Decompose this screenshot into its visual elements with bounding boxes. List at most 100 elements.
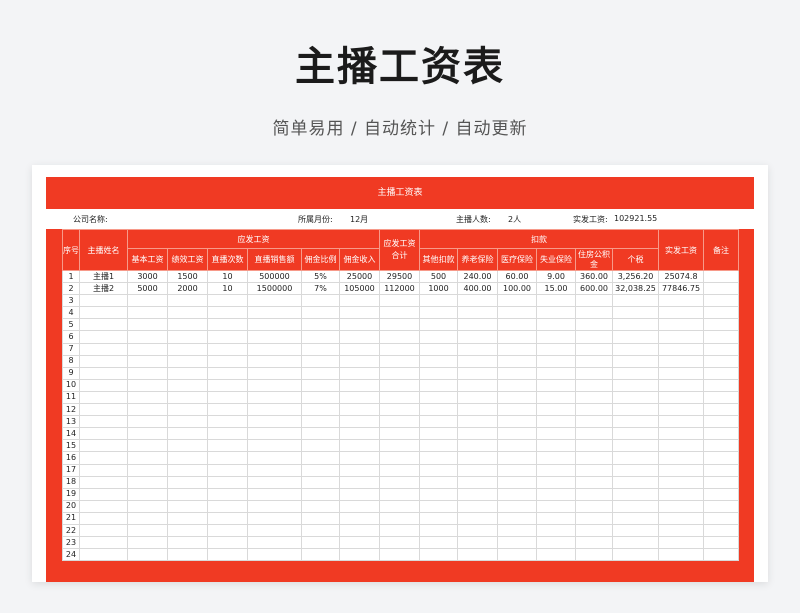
empty-cell[interactable] bbox=[658, 378, 705, 392]
cell-seq[interactable]: 24 bbox=[62, 548, 80, 562]
empty-cell[interactable] bbox=[339, 330, 380, 344]
empty-cell[interactable] bbox=[127, 463, 168, 477]
empty-cell[interactable] bbox=[127, 487, 168, 501]
empty-cell[interactable] bbox=[536, 439, 576, 453]
empty-cell[interactable] bbox=[419, 487, 458, 501]
empty-cell[interactable] bbox=[127, 403, 168, 417]
empty-cell[interactable] bbox=[247, 403, 302, 417]
empty-cell[interactable] bbox=[457, 536, 498, 550]
empty-cell[interactable] bbox=[536, 318, 576, 332]
empty-cell[interactable] bbox=[497, 523, 537, 538]
empty-cell[interactable] bbox=[536, 536, 576, 550]
empty-cell[interactable] bbox=[167, 499, 208, 513]
cell-seq[interactable]: 15 bbox=[62, 439, 80, 453]
empty-cell[interactable] bbox=[611, 342, 660, 356]
empty-cell[interactable] bbox=[247, 354, 302, 368]
empty-cell[interactable] bbox=[301, 294, 340, 308]
empty-cell[interactable] bbox=[611, 390, 660, 405]
empty-cell[interactable] bbox=[703, 463, 740, 477]
empty-cell[interactable] bbox=[575, 475, 613, 489]
cell-other[interactable]: 1000 bbox=[419, 282, 458, 296]
cell-seq[interactable]: 22 bbox=[62, 523, 80, 538]
cell-seq[interactable]: 11 bbox=[62, 390, 80, 405]
empty-cell[interactable] bbox=[379, 366, 420, 380]
empty-cell[interactable] bbox=[167, 523, 208, 538]
empty-cell[interactable] bbox=[167, 427, 208, 441]
empty-cell[interactable] bbox=[301, 427, 340, 441]
empty-cell[interactable] bbox=[79, 487, 128, 501]
empty-cell[interactable] bbox=[247, 318, 302, 332]
empty-cell[interactable] bbox=[536, 306, 576, 320]
empty-cell[interactable] bbox=[575, 342, 613, 356]
empty-cell[interactable] bbox=[497, 548, 537, 562]
empty-cell[interactable] bbox=[497, 487, 537, 501]
empty-cell[interactable] bbox=[611, 415, 660, 429]
empty-cell[interactable] bbox=[379, 463, 420, 477]
empty-cell[interactable] bbox=[419, 439, 458, 453]
empty-cell[interactable] bbox=[167, 487, 208, 501]
empty-cell[interactable] bbox=[419, 511, 458, 525]
cell-remark[interactable] bbox=[703, 282, 740, 296]
empty-cell[interactable] bbox=[497, 294, 537, 308]
empty-cell[interactable] bbox=[247, 475, 302, 489]
empty-cell[interactable] bbox=[339, 294, 380, 308]
empty-cell[interactable] bbox=[497, 439, 537, 453]
empty-cell[interactable] bbox=[207, 403, 248, 417]
cell-total[interactable]: 112000 bbox=[379, 282, 420, 296]
empty-cell[interactable] bbox=[536, 330, 576, 344]
empty-cell[interactable] bbox=[379, 415, 420, 429]
cell-seq[interactable]: 12 bbox=[62, 403, 80, 417]
empty-cell[interactable] bbox=[575, 427, 613, 441]
empty-cell[interactable] bbox=[247, 548, 302, 562]
empty-cell[interactable] bbox=[379, 354, 420, 368]
empty-cell[interactable] bbox=[658, 536, 705, 550]
empty-cell[interactable] bbox=[703, 390, 740, 405]
empty-cell[interactable] bbox=[497, 415, 537, 429]
cell-seq[interactable]: 18 bbox=[62, 475, 80, 489]
cell-tax[interactable]: 32,038.25 bbox=[611, 282, 660, 296]
empty-cell[interactable] bbox=[611, 427, 660, 441]
empty-cell[interactable] bbox=[79, 548, 128, 562]
empty-cell[interactable] bbox=[79, 536, 128, 550]
empty-cell[interactable] bbox=[167, 378, 208, 392]
empty-cell[interactable] bbox=[79, 294, 128, 308]
empty-cell[interactable] bbox=[207, 475, 248, 489]
empty-cell[interactable] bbox=[658, 306, 705, 320]
cell-seq[interactable]: 6 bbox=[62, 330, 80, 344]
cell-tax[interactable]: 3,256.20 bbox=[611, 269, 660, 284]
empty-cell[interactable] bbox=[247, 511, 302, 525]
empty-cell[interactable] bbox=[703, 536, 740, 550]
empty-cell[interactable] bbox=[167, 451, 208, 465]
empty-cell[interactable] bbox=[247, 499, 302, 513]
empty-cell[interactable] bbox=[536, 499, 576, 513]
empty-cell[interactable] bbox=[419, 330, 458, 344]
empty-cell[interactable] bbox=[79, 403, 128, 417]
empty-cell[interactable] bbox=[247, 390, 302, 405]
empty-cell[interactable] bbox=[575, 294, 613, 308]
empty-cell[interactable] bbox=[379, 306, 420, 320]
cell-housing[interactable]: 360.00 bbox=[575, 269, 613, 284]
empty-cell[interactable] bbox=[167, 475, 208, 489]
cell-seq[interactable]: 1 bbox=[62, 269, 80, 284]
empty-cell[interactable] bbox=[497, 511, 537, 525]
cell-seq[interactable]: 10 bbox=[62, 378, 80, 392]
cell-count[interactable]: 10 bbox=[207, 282, 248, 296]
empty-cell[interactable] bbox=[611, 511, 660, 525]
empty-cell[interactable] bbox=[611, 403, 660, 417]
empty-cell[interactable] bbox=[575, 318, 613, 332]
empty-cell[interactable] bbox=[379, 499, 420, 513]
empty-cell[interactable] bbox=[379, 330, 420, 344]
empty-cell[interactable] bbox=[703, 294, 740, 308]
empty-cell[interactable] bbox=[247, 342, 302, 356]
empty-cell[interactable] bbox=[167, 342, 208, 356]
cell-seq[interactable]: 16 bbox=[62, 451, 80, 465]
empty-cell[interactable] bbox=[611, 366, 660, 380]
empty-cell[interactable] bbox=[457, 511, 498, 525]
empty-cell[interactable] bbox=[611, 548, 660, 562]
empty-cell[interactable] bbox=[167, 318, 208, 332]
empty-cell[interactable] bbox=[127, 294, 168, 308]
empty-cell[interactable] bbox=[611, 306, 660, 320]
empty-cell[interactable] bbox=[703, 415, 740, 429]
empty-cell[interactable] bbox=[658, 487, 705, 501]
empty-cell[interactable] bbox=[301, 536, 340, 550]
